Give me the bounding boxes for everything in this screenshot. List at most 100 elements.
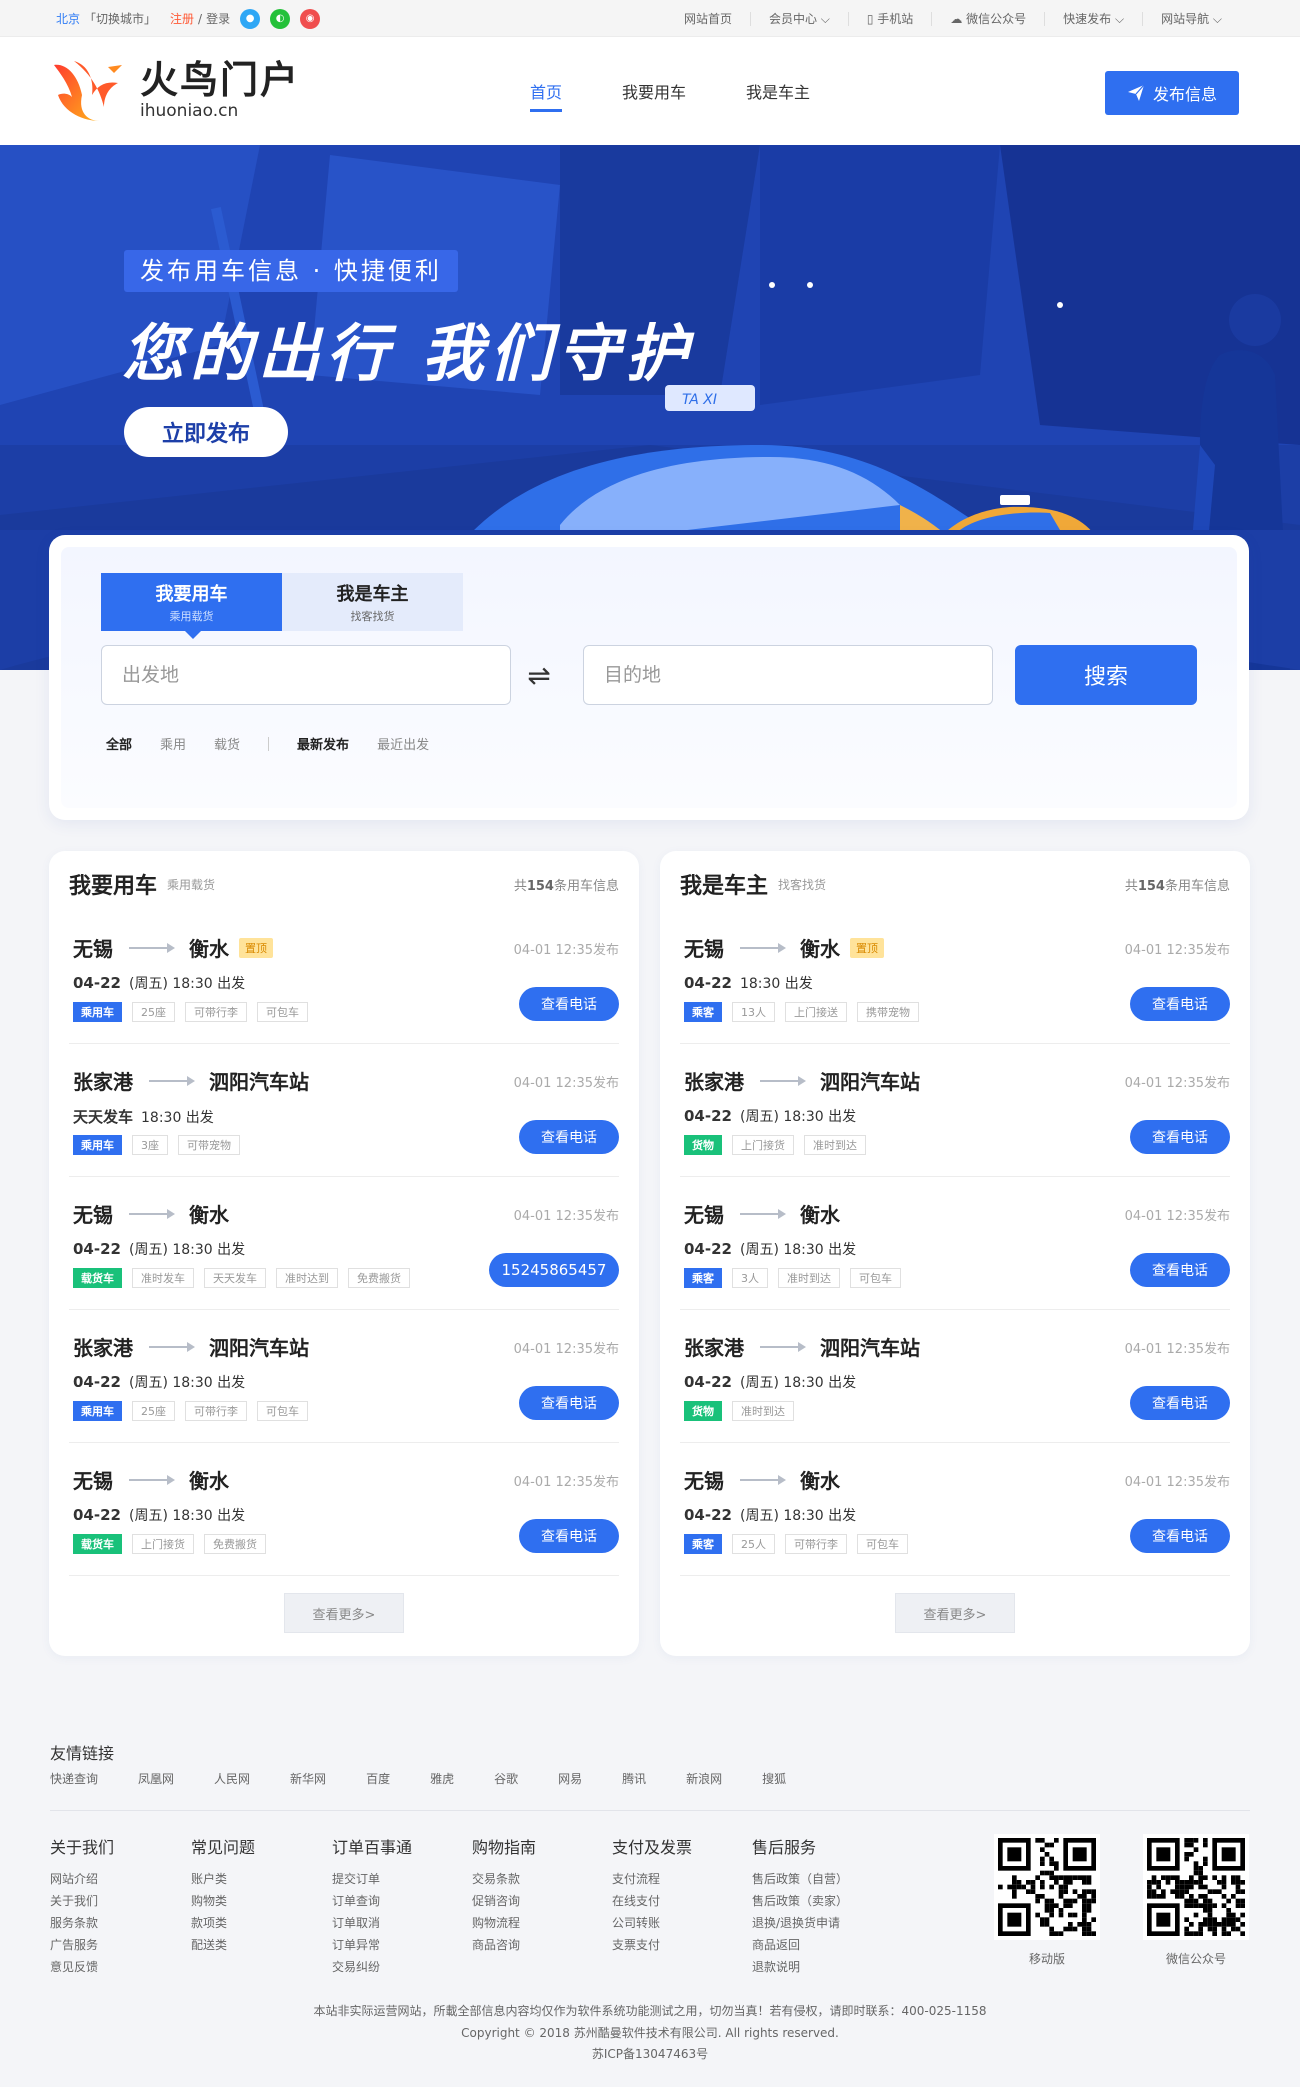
tab-car-owner[interactable]: 我是车主 找客找货 xyxy=(282,573,463,631)
departure-info: 04-22 (周五) 18:30 出发 xyxy=(73,973,245,993)
filter-passenger[interactable]: 乘用 xyxy=(160,734,186,753)
footer-link[interactable]: 商品返回 xyxy=(752,1934,848,1956)
feature-tag: 可包车 xyxy=(257,1002,308,1022)
nav-need-car[interactable]: 我要用车 xyxy=(592,37,716,145)
footer-link[interactable]: 退换/退换货申请 xyxy=(752,1912,848,1934)
friend-link[interactable]: 腾讯 xyxy=(622,1770,646,1787)
view-phone-button[interactable]: 查看电话 xyxy=(519,987,619,1021)
friend-link[interactable]: 人民网 xyxy=(214,1770,250,1787)
footer-link[interactable]: 在线支付 xyxy=(612,1890,692,1912)
view-more-button[interactable]: 查看更多> xyxy=(284,1593,404,1633)
listing-row[interactable]: 张家港 泗阳汽车站 04-01 12:35发布 04-22 (周五) 18:30 出发乘… xyxy=(69,1310,619,1443)
friend-link[interactable]: 雅虎 xyxy=(430,1770,454,1787)
footer-link[interactable]: 提交订单 xyxy=(332,1868,412,1890)
footer-link[interactable]: 交易纠纷 xyxy=(332,1956,412,1978)
quick-publish-link[interactable]: 快速发布 ⌵ xyxy=(1044,11,1142,26)
footer-link[interactable]: 售后政策（自营） xyxy=(752,1868,848,1890)
listing-row[interactable]: 张家港 泗阳汽车站 04-01 12:35发布 04-22 (周五) 18:30 出发货… xyxy=(680,1310,1230,1443)
logo[interactable]: 火鸟门户 ihuoniao.cn xyxy=(48,55,300,125)
view-phone-button[interactable]: 查看电话 xyxy=(519,1120,619,1154)
departure-input[interactable] xyxy=(101,645,511,705)
switch-city-link[interactable]: 「切换城市」 xyxy=(84,10,156,27)
departure-info: 天天发车 18:30 出发 xyxy=(73,1106,214,1127)
view-phone-button[interactable]: 查看电话 xyxy=(519,1386,619,1420)
listing-row[interactable]: 无锡 衡水 04-01 12:35发布 04-22 (周五) 18:30 出发 乘客 25人… xyxy=(680,1443,1230,1576)
register-link[interactable]: 注册 xyxy=(170,10,194,27)
swap-icon[interactable]: ⇌ xyxy=(519,655,559,695)
friend-link[interactable]: 新华网 xyxy=(290,1770,326,1787)
friend-link[interactable]: 凤凰网 xyxy=(138,1770,174,1787)
footer-link[interactable]: 售后政策（卖家） xyxy=(752,1890,848,1912)
filter-all[interactable]: 全部 xyxy=(106,734,132,753)
departure-date: 04-22 xyxy=(684,974,732,992)
view-phone-button[interactable]: 查看电话 xyxy=(1130,1253,1230,1287)
footer-link[interactable]: 购物类 xyxy=(191,1890,255,1912)
publish-info-button[interactable]: 发布信息 xyxy=(1105,71,1239,115)
footer-link[interactable]: 意见反馈 xyxy=(50,1956,114,1978)
nav-car-owner[interactable]: 我是车主 xyxy=(716,37,840,145)
wechat-icon[interactable]: ◐ xyxy=(270,8,291,29)
footer-link[interactable]: 订单查询 xyxy=(332,1890,412,1912)
footer-link[interactable]: 网站介绍 xyxy=(50,1868,114,1890)
listing-row[interactable]: 张家港 泗阳汽车站 04-01 12:35发布 天天发车 18:30 出发 乘用车 3座 可带… xyxy=(69,1044,619,1177)
banner-publish-button[interactable]: 立即发布 xyxy=(124,407,288,457)
friend-link[interactable]: 搜狐 xyxy=(762,1770,786,1787)
listing-row[interactable]: 无锡 衡水 04-01 12:35发布 04-22 (周五) 18:30 出发 载货车 准时… xyxy=(69,1177,619,1310)
listing-row[interactable]: 无锡 衡水 04-01 12:35发布 04-22 (周五) 18:30 出发 乘客 3人准… xyxy=(680,1177,1230,1310)
listing-row[interactable]: 无锡 衡水 置顶 04-01 12:35发布 04-22 18:30 出发 乘客 13人 上门接… xyxy=(680,911,1230,1044)
friend-link[interactable]: 百度 xyxy=(366,1770,390,1787)
footer-link[interactable]: 服务条款 xyxy=(50,1912,114,1934)
search-button[interactable]: 搜索 xyxy=(1015,645,1197,705)
friend-link[interactable]: 谷歌 xyxy=(494,1770,518,1787)
friend-link[interactable]: 新浪网 xyxy=(686,1770,722,1787)
view-more-button[interactable]: 查看更多> xyxy=(895,1593,1015,1633)
footer-link[interactable]: 支票支付 xyxy=(612,1934,692,1956)
footer-link[interactable]: 退款说明 xyxy=(752,1956,848,1978)
filter-cargo[interactable]: 载货 xyxy=(214,734,240,753)
icp-number[interactable]: 苏ICP备13047463号 xyxy=(0,2045,1300,2062)
footer-link[interactable]: 款项类 xyxy=(191,1912,255,1934)
footer-link[interactable]: 广告服务 xyxy=(50,1934,114,1956)
route: 张家港 泗阳汽车站 xyxy=(73,1066,309,1095)
footer-link[interactable]: 关于我们 xyxy=(50,1890,114,1912)
footer-link[interactable]: 商品咨询 xyxy=(472,1934,536,1956)
sort-nearest-departure[interactable]: 最近出发 xyxy=(377,734,429,753)
nav-home[interactable]: 首页 xyxy=(500,37,592,145)
footer-link[interactable]: 购物流程 xyxy=(472,1912,536,1934)
current-city[interactable]: 北京 xyxy=(56,10,80,27)
footer-link[interactable]: 公司转账 xyxy=(612,1912,692,1934)
weibo-icon[interactable]: ◉ xyxy=(300,8,321,29)
listing-row[interactable]: 无锡 衡水 置顶 04-01 12:35发布 04-22 (周五) 18:30 出发 乘用车… xyxy=(69,911,619,1044)
listing-row[interactable]: 无锡 衡水 04-01 12:35发布 04-22 (周五) 18:30 出发 载货车 上门… xyxy=(69,1443,619,1576)
sort-latest[interactable]: 最新发布 xyxy=(297,734,349,753)
footer-link[interactable]: 账户类 xyxy=(191,1868,255,1890)
phone-number-button[interactable]: 15245865457 xyxy=(489,1253,619,1287)
footer-link[interactable]: 配送类 xyxy=(191,1934,255,1956)
footer-link[interactable]: 订单异常 xyxy=(332,1934,412,1956)
destination-input[interactable] xyxy=(583,645,993,705)
footer-link[interactable]: 促销咨询 xyxy=(472,1890,536,1912)
departure-info: 04-22 (周五) 18:30 出发 xyxy=(684,1505,856,1525)
wechat-account-link[interactable]: ☁ 微信公众号 xyxy=(931,11,1044,26)
member-center-link[interactable]: 会员中心 ⌵ xyxy=(749,11,848,26)
feature-tag: 上门接货 xyxy=(732,1135,794,1155)
footer-link[interactable]: 交易条款 xyxy=(472,1868,536,1890)
home-link[interactable]: 网站首页 xyxy=(666,12,750,26)
listing-row[interactable]: 张家港 泗阳汽车站 04-01 12:35发布 04-22 (周五) 18:30 出发货… xyxy=(680,1044,1230,1177)
mobile-site-link[interactable]: ▯ 手机站 xyxy=(847,11,931,26)
tab-need-car[interactable]: 我要用车 乘用载货 xyxy=(101,573,282,639)
footer-link[interactable]: 支付流程 xyxy=(612,1868,692,1890)
site-nav-link[interactable]: 网站导航 ⌵ xyxy=(1142,11,1240,26)
footer-column: 关于我们 网站介绍 关于我们 服务条款 广告服务 意见反馈 xyxy=(50,1834,114,1978)
departure-date: 04-22 xyxy=(73,1373,121,1391)
footer-link[interactable]: 订单取消 xyxy=(332,1912,412,1934)
friend-link[interactable]: 网易 xyxy=(558,1770,582,1787)
login-link[interactable]: 登录 xyxy=(206,10,230,27)
view-phone-button[interactable]: 查看电话 xyxy=(1130,1519,1230,1553)
view-phone-button[interactable]: 查看电话 xyxy=(1130,987,1230,1021)
friend-link[interactable]: 快递查询 xyxy=(50,1770,98,1787)
view-phone-button[interactable]: 查看电话 xyxy=(1130,1120,1230,1154)
view-phone-button[interactable]: 查看电话 xyxy=(519,1519,619,1553)
view-phone-button[interactable]: 查看电话 xyxy=(1130,1386,1230,1420)
qq-icon[interactable]: ● xyxy=(240,8,261,29)
